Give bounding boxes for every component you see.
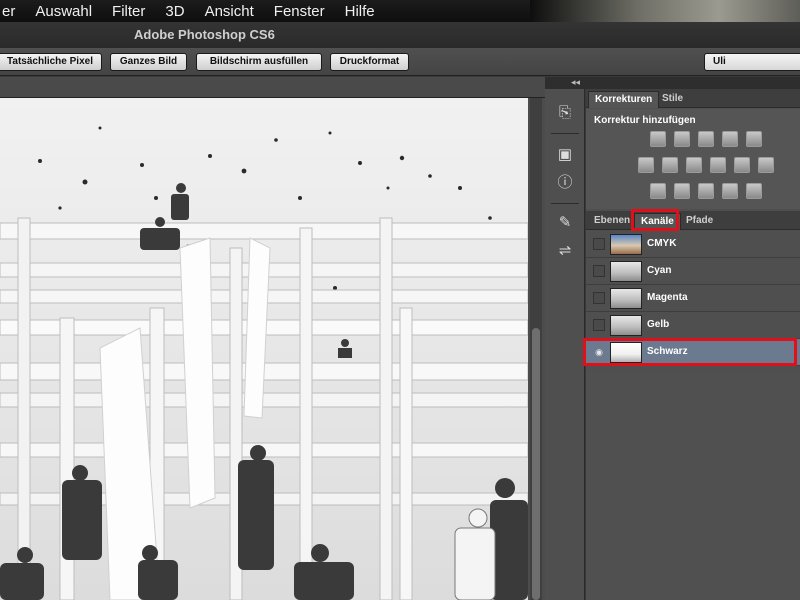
menu-item-auswahl[interactable]: Auswahl (35, 3, 92, 20)
fit-screen-button[interactable]: Ganzes Bild (110, 53, 187, 71)
black-white-icon[interactable] (686, 157, 702, 173)
curves-icon[interactable] (698, 131, 714, 147)
brightness-contrast-icon[interactable] (650, 131, 666, 147)
photo-filter-icon[interactable] (710, 157, 726, 173)
channel-thumbnail (610, 315, 642, 336)
icon-separator (551, 203, 579, 204)
actual-pixels-button[interactable]: Tatsächliche Pixel (0, 53, 102, 71)
menu-item-3d[interactable]: 3D (165, 3, 184, 20)
korrektur-heading: Korrektur hinzufügen (594, 115, 696, 126)
panel-empty-area (586, 372, 800, 600)
options-bar: Tatsächliche Pixel Ganzes Bild Bildschir… (0, 48, 800, 76)
panel-icon-column: ⎘ ▣ ⓘ ✎ ⇌ (545, 89, 585, 600)
workspace-select[interactable]: Uli (704, 53, 800, 71)
gradient-map-icon[interactable] (746, 183, 762, 199)
tab-korrekturen[interactable]: Korrekturen (588, 91, 660, 108)
levels-icon[interactable] (674, 131, 690, 147)
scaffold-photo (0, 126, 528, 600)
threshold-icon[interactable] (698, 183, 714, 199)
collapse-icon[interactable]: ◂◂ (571, 77, 580, 88)
vibrance-icon[interactable] (746, 131, 762, 147)
channel-label: Magenta (647, 292, 688, 303)
title-bar: Adobe Photoshop CS6 (0, 22, 800, 48)
channel-label: Cyan (647, 265, 672, 276)
channel-label: Gelb (647, 319, 670, 330)
document-image[interactable] (0, 98, 528, 600)
channel-row-cmyk[interactable]: CMYK (586, 231, 800, 258)
tool-presets-icon[interactable]: ⇌ (555, 241, 575, 261)
menu-item-filter[interactable]: Filter (112, 3, 145, 20)
visibility-toggle[interactable] (593, 319, 605, 331)
menu-item-ansicht[interactable]: Ansicht (205, 3, 254, 20)
channel-label: CMYK (647, 238, 677, 249)
channel-thumbnail (610, 234, 642, 255)
highlight-kanaele-tab (631, 209, 679, 231)
channel-thumbnail (610, 288, 642, 309)
channel-row-magenta[interactable]: Magenta (586, 285, 800, 312)
info-icon[interactable]: ⓘ (555, 173, 575, 193)
brush-icon[interactable]: ✎ (555, 213, 575, 233)
visibility-toggle[interactable] (593, 292, 605, 304)
tab-ebenen[interactable]: Ebenen (588, 213, 636, 230)
panel-collapse-strip[interactable]: ◂◂ (545, 77, 800, 89)
desktop-background (530, 0, 800, 22)
korrekturen-tabbar: Korrekturen Stile (586, 89, 800, 108)
layers-tabbar: Ebenen Kanäle Pfade (586, 211, 800, 230)
hue-saturation-icon[interactable] (638, 157, 654, 173)
channel-row-cyan[interactable]: Cyan (586, 258, 800, 285)
menu-item-hilfe[interactable]: Hilfe (345, 3, 375, 20)
history-icon[interactable]: ⎘ (555, 103, 575, 123)
icon-separator (551, 133, 579, 134)
scrollbar-thumb[interactable] (532, 328, 540, 600)
selective-color-icon[interactable] (722, 183, 738, 199)
visibility-toggle[interactable] (593, 238, 605, 250)
exposure-icon[interactable] (722, 131, 738, 147)
color-balance-icon[interactable] (662, 157, 678, 173)
channel-row-gelb[interactable]: Gelb (586, 312, 800, 339)
document-ruler-strip (0, 77, 545, 98)
tab-stile[interactable]: Stile (656, 91, 689, 108)
navigator-icon[interactable]: ▣ (555, 145, 575, 165)
invert-icon[interactable] (650, 183, 666, 199)
posterize-icon[interactable] (674, 183, 690, 199)
menu-item-ebene[interactable]: er (2, 3, 15, 20)
highlight-schwarz-row (583, 338, 797, 366)
color-lookup-icon[interactable] (758, 157, 774, 173)
print-size-button[interactable]: Druckformat (330, 53, 409, 71)
tab-pfade[interactable]: Pfade (680, 213, 719, 230)
vertical-scrollbar[interactable] (530, 98, 542, 600)
visibility-toggle[interactable] (593, 265, 605, 277)
fill-screen-button[interactable]: Bildschirm ausfüllen (196, 53, 322, 71)
canvas-area (0, 98, 545, 600)
channel-mixer-icon[interactable] (734, 157, 750, 173)
window-title: Adobe Photoshop CS6 (134, 27, 275, 42)
korrekturen-panel: Korrektur hinzufügen (586, 109, 800, 209)
menu-bar: er Auswahl Filter 3D Ansicht Fenster Hil… (0, 0, 800, 22)
menu-item-fenster[interactable]: Fenster (274, 3, 325, 20)
channel-thumbnail (610, 261, 642, 282)
